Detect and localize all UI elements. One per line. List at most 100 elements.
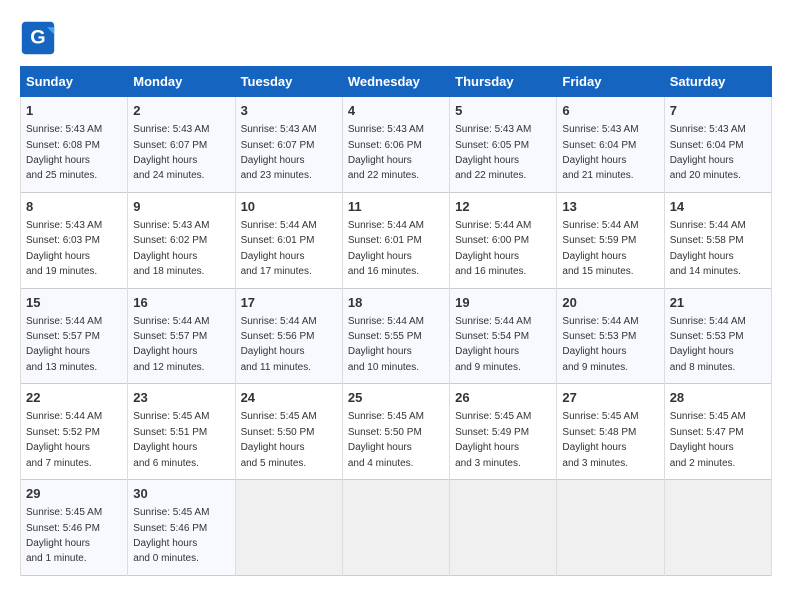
day-info: Sunrise: 5:45 AM Sunset: 5:46 PM Dayligh… [26,507,102,564]
day-cell [235,480,342,576]
day-number: 24 [241,389,337,407]
day-cell: 7 Sunrise: 5:43 AM Sunset: 6:04 PM Dayli… [664,97,771,193]
day-cell: 18 Sunrise: 5:44 AM Sunset: 5:55 PM Dayl… [342,288,449,384]
day-cell: 10 Sunrise: 5:44 AM Sunset: 6:01 PM Dayl… [235,192,342,288]
day-info: Sunrise: 5:44 AM Sunset: 5:52 PM Dayligh… [26,411,102,468]
day-cell: 6 Sunrise: 5:43 AM Sunset: 6:04 PM Dayli… [557,97,664,193]
page-header: G [20,20,772,56]
day-number: 14 [670,198,766,216]
day-number: 5 [455,102,551,120]
day-number: 10 [241,198,337,216]
day-number: 2 [133,102,229,120]
day-info: Sunrise: 5:43 AM Sunset: 6:05 PM Dayligh… [455,124,531,181]
day-cell: 15 Sunrise: 5:44 AM Sunset: 5:57 PM Dayl… [21,288,128,384]
week-row-2: 8 Sunrise: 5:43 AM Sunset: 6:03 PM Dayli… [21,192,772,288]
day-cell [664,480,771,576]
day-info: Sunrise: 5:44 AM Sunset: 5:53 PM Dayligh… [670,316,746,373]
day-info: Sunrise: 5:43 AM Sunset: 6:07 PM Dayligh… [241,124,317,181]
day-info: Sunrise: 5:45 AM Sunset: 5:46 PM Dayligh… [133,507,209,564]
day-cell: 14 Sunrise: 5:44 AM Sunset: 5:58 PM Dayl… [664,192,771,288]
day-cell: 28 Sunrise: 5:45 AM Sunset: 5:47 PM Dayl… [664,384,771,480]
day-info: Sunrise: 5:44 AM Sunset: 5:57 PM Dayligh… [26,316,102,373]
day-info: Sunrise: 5:43 AM Sunset: 6:07 PM Dayligh… [133,124,209,181]
day-number: 15 [26,294,122,312]
day-cell [450,480,557,576]
day-cell: 16 Sunrise: 5:44 AM Sunset: 5:57 PM Dayl… [128,288,235,384]
day-cell: 21 Sunrise: 5:44 AM Sunset: 5:53 PM Dayl… [664,288,771,384]
day-number: 3 [241,102,337,120]
day-cell: 13 Sunrise: 5:44 AM Sunset: 5:59 PM Dayl… [557,192,664,288]
day-info: Sunrise: 5:44 AM Sunset: 5:55 PM Dayligh… [348,316,424,373]
day-cell: 30 Sunrise: 5:45 AM Sunset: 5:46 PM Dayl… [128,480,235,576]
week-row-3: 15 Sunrise: 5:44 AM Sunset: 5:57 PM Dayl… [21,288,772,384]
day-cell [342,480,449,576]
svg-text:G: G [30,26,45,48]
day-info: Sunrise: 5:44 AM Sunset: 5:59 PM Dayligh… [562,220,638,277]
day-number: 23 [133,389,229,407]
day-cell [557,480,664,576]
day-number: 26 [455,389,551,407]
day-info: Sunrise: 5:45 AM Sunset: 5:50 PM Dayligh… [348,411,424,468]
day-info: Sunrise: 5:45 AM Sunset: 5:49 PM Dayligh… [455,411,531,468]
day-info: Sunrise: 5:44 AM Sunset: 6:01 PM Dayligh… [241,220,317,277]
day-number: 27 [562,389,658,407]
day-cell: 9 Sunrise: 5:43 AM Sunset: 6:02 PM Dayli… [128,192,235,288]
day-number: 29 [26,485,122,503]
day-cell: 8 Sunrise: 5:43 AM Sunset: 6:03 PM Dayli… [21,192,128,288]
day-info: Sunrise: 5:45 AM Sunset: 5:50 PM Dayligh… [241,411,317,468]
day-info: Sunrise: 5:45 AM Sunset: 5:47 PM Dayligh… [670,411,746,468]
day-info: Sunrise: 5:43 AM Sunset: 6:04 PM Dayligh… [562,124,638,181]
week-row-1: 1 Sunrise: 5:43 AM Sunset: 6:08 PM Dayli… [21,97,772,193]
day-number: 21 [670,294,766,312]
day-info: Sunrise: 5:43 AM Sunset: 6:06 PM Dayligh… [348,124,424,181]
day-number: 20 [562,294,658,312]
day-cell: 29 Sunrise: 5:45 AM Sunset: 5:46 PM Dayl… [21,480,128,576]
weekday-header-thursday: Thursday [450,67,557,97]
day-cell: 27 Sunrise: 5:45 AM Sunset: 5:48 PM Dayl… [557,384,664,480]
day-info: Sunrise: 5:44 AM Sunset: 5:53 PM Dayligh… [562,316,638,373]
day-cell: 3 Sunrise: 5:43 AM Sunset: 6:07 PM Dayli… [235,97,342,193]
day-info: Sunrise: 5:44 AM Sunset: 6:00 PM Dayligh… [455,220,531,277]
weekday-header-friday: Friday [557,67,664,97]
day-number: 17 [241,294,337,312]
day-cell: 12 Sunrise: 5:44 AM Sunset: 6:00 PM Dayl… [450,192,557,288]
day-number: 18 [348,294,444,312]
day-number: 4 [348,102,444,120]
day-number: 8 [26,198,122,216]
calendar-table: SundayMondayTuesdayWednesdayThursdayFrid… [20,66,772,576]
day-info: Sunrise: 5:44 AM Sunset: 5:56 PM Dayligh… [241,316,317,373]
weekday-header-tuesday: Tuesday [235,67,342,97]
weekday-header-saturday: Saturday [664,67,771,97]
day-cell: 11 Sunrise: 5:44 AM Sunset: 6:01 PM Dayl… [342,192,449,288]
week-row-5: 29 Sunrise: 5:45 AM Sunset: 5:46 PM Dayl… [21,480,772,576]
day-number: 28 [670,389,766,407]
day-cell: 4 Sunrise: 5:43 AM Sunset: 6:06 PM Dayli… [342,97,449,193]
day-number: 12 [455,198,551,216]
day-info: Sunrise: 5:43 AM Sunset: 6:04 PM Dayligh… [670,124,746,181]
day-number: 25 [348,389,444,407]
day-number: 7 [670,102,766,120]
day-cell: 20 Sunrise: 5:44 AM Sunset: 5:53 PM Dayl… [557,288,664,384]
day-cell: 23 Sunrise: 5:45 AM Sunset: 5:51 PM Dayl… [128,384,235,480]
day-cell: 2 Sunrise: 5:43 AM Sunset: 6:07 PM Dayli… [128,97,235,193]
weekday-header-wednesday: Wednesday [342,67,449,97]
weekday-header-sunday: Sunday [21,67,128,97]
day-info: Sunrise: 5:44 AM Sunset: 5:58 PM Dayligh… [670,220,746,277]
day-cell: 1 Sunrise: 5:43 AM Sunset: 6:08 PM Dayli… [21,97,128,193]
week-row-4: 22 Sunrise: 5:44 AM Sunset: 5:52 PM Dayl… [21,384,772,480]
day-cell: 25 Sunrise: 5:45 AM Sunset: 5:50 PM Dayl… [342,384,449,480]
day-info: Sunrise: 5:44 AM Sunset: 5:57 PM Dayligh… [133,316,209,373]
day-info: Sunrise: 5:43 AM Sunset: 6:08 PM Dayligh… [26,124,102,181]
day-info: Sunrise: 5:44 AM Sunset: 5:54 PM Dayligh… [455,316,531,373]
day-cell: 26 Sunrise: 5:45 AM Sunset: 5:49 PM Dayl… [450,384,557,480]
day-cell: 22 Sunrise: 5:44 AM Sunset: 5:52 PM Dayl… [21,384,128,480]
day-cell: 24 Sunrise: 5:45 AM Sunset: 5:50 PM Dayl… [235,384,342,480]
day-number: 16 [133,294,229,312]
day-number: 19 [455,294,551,312]
day-cell: 5 Sunrise: 5:43 AM Sunset: 6:05 PM Dayli… [450,97,557,193]
logo-icon: G [20,20,56,56]
day-info: Sunrise: 5:44 AM Sunset: 6:01 PM Dayligh… [348,220,424,277]
day-number: 9 [133,198,229,216]
day-number: 22 [26,389,122,407]
day-number: 11 [348,198,444,216]
